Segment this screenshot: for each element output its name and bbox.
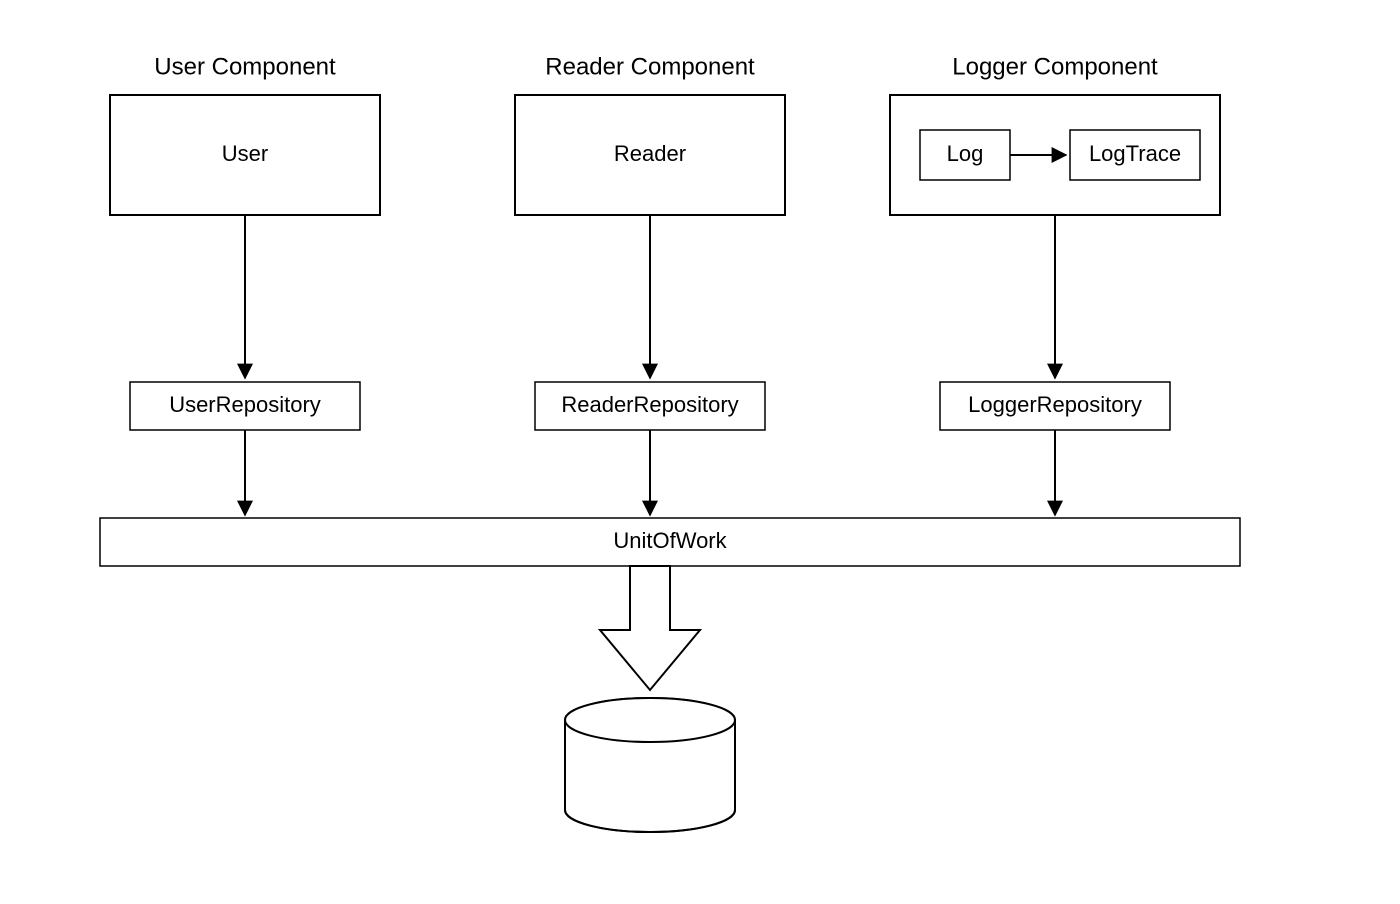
repo-label-user: UserRepository bbox=[169, 392, 321, 417]
repo-label-reader: ReaderRepository bbox=[561, 392, 738, 417]
column-title-user: User Component bbox=[154, 53, 336, 80]
column-title-logger: Logger Component bbox=[952, 53, 1158, 80]
database-icon bbox=[565, 698, 735, 832]
column-title-reader: Reader Component bbox=[545, 53, 755, 80]
component-label-reader: Reader bbox=[614, 141, 686, 166]
architecture-diagram: User Component User UserRepository Reade… bbox=[0, 0, 1400, 904]
unit-of-work-label: UnitOfWork bbox=[613, 528, 727, 553]
block-arrow-icon bbox=[600, 566, 700, 690]
repo-label-logger: LoggerRepository bbox=[968, 392, 1142, 417]
component-label-user: User bbox=[222, 141, 268, 166]
inner-label-log: Log bbox=[947, 141, 984, 166]
inner-label-logtrace: LogTrace bbox=[1089, 141, 1181, 166]
